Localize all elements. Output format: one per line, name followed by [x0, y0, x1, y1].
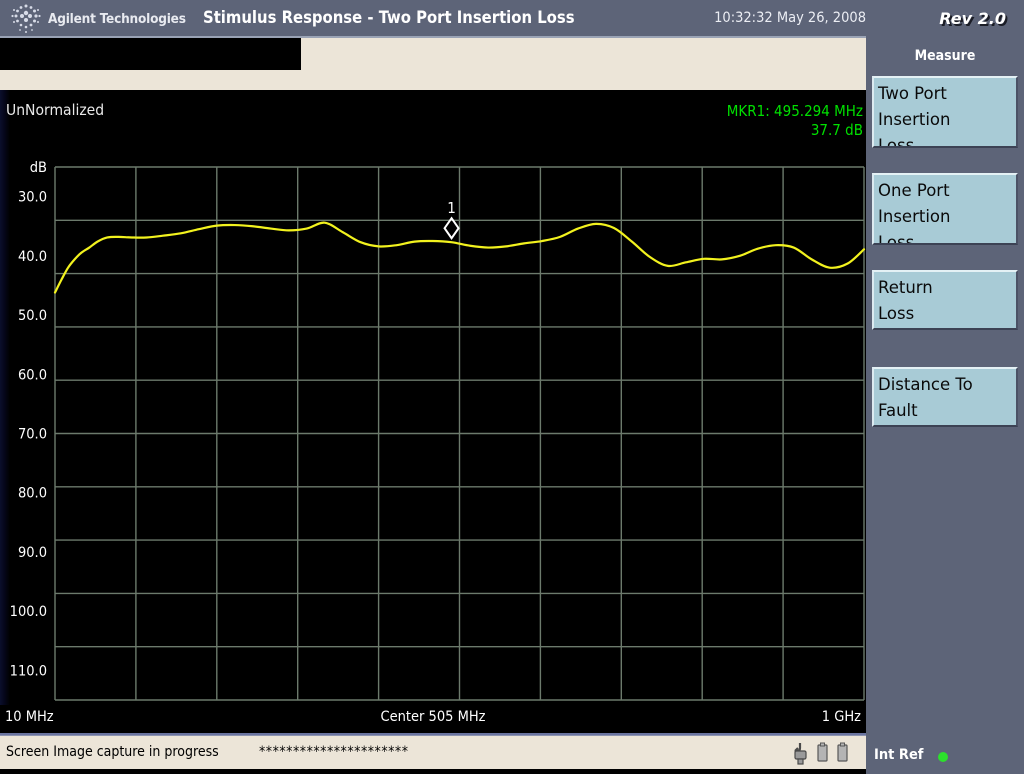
svg-text:80.0: 80.0	[18, 486, 47, 502]
svg-text:110.0: 110.0	[10, 663, 47, 679]
softkey-panel: Measure Two Port Insertion Loss One Port…	[866, 38, 1024, 774]
agilent-logo: Agilent Technologies	[6, 2, 186, 36]
svg-text:dB: dB	[30, 160, 47, 176]
svg-text:1: 1	[447, 199, 456, 217]
softkey-label-line: Loss	[878, 233, 915, 245]
battery-icon	[837, 742, 848, 762]
x-axis-stop-label: 1 GHz	[821, 709, 861, 725]
svg-text:90.0: 90.0	[18, 545, 47, 561]
softkey-label-line: Distance To	[878, 375, 973, 394]
svg-text:70.0: 70.0	[18, 427, 47, 443]
page-title: Stimulus Response - Two Port Insertion L…	[203, 8, 575, 27]
trace-plot: dB 30.0 40.0 50.0 60.0 70.0 80.0 90.0 100.0 110.0…	[10, 160, 866, 701]
x-axis-labels: 10 MHz Center 505 MHz 1 GHz	[0, 705, 866, 735]
instrument-screen: Agilent Technologies Stimulus Response -…	[0, 0, 1024, 774]
softkey-label-line: Two Port	[878, 84, 947, 103]
status-message: Screen Image capture in progress	[6, 744, 219, 760]
softkey-label-line: Return	[878, 278, 933, 297]
svg-text:50.0: 50.0	[18, 308, 47, 324]
graph-display[interactable]: UnNormalized MKR1: 495.294 MHz 37.7 dB d…	[0, 90, 866, 735]
reference-status: Int Ref	[866, 738, 1024, 774]
softkey-two-port-insertion-loss[interactable]: Two Port Insertion Loss	[872, 76, 1018, 148]
softkey-label-line: Loss	[878, 304, 915, 323]
softkey-label-line: Insertion	[878, 110, 951, 129]
x-axis-center-label: Center 505 MHz	[380, 709, 486, 725]
progress-indicator: **********************	[259, 744, 409, 760]
reference-led-icon	[938, 752, 948, 762]
battery-icon	[817, 742, 828, 762]
softkey-label-line: One Port	[878, 181, 950, 200]
power-plug-icon	[794, 743, 807, 765]
softkey-return-loss[interactable]: Return Loss	[872, 270, 1018, 330]
agilent-spiral-logo-icon	[11, 4, 41, 33]
softkey-one-port-insertion-loss[interactable]: One Port Insertion Loss	[872, 173, 1018, 245]
softkey-label-line: Insertion	[878, 207, 951, 226]
brand-label: Agilent Technologies	[48, 11, 186, 27]
reference-label: Int Ref	[874, 747, 924, 763]
title-bar: Agilent Technologies Stimulus Response -…	[0, 0, 1024, 38]
svg-text:30.0: 30.0	[18, 190, 47, 206]
svg-text:40.0: 40.0	[18, 249, 47, 265]
status-bar: Screen Image capture in progress *******…	[0, 735, 866, 769]
softkey-label-line: Loss	[878, 136, 915, 148]
annotation-blank-box	[0, 38, 301, 70]
softkey-menu-title: Measure	[914, 48, 976, 64]
status-icon-group	[786, 740, 858, 766]
svg-text:60.0: 60.0	[18, 367, 47, 383]
revision-badge: Rev 2.0	[939, 9, 1006, 28]
datetime-display: 10:32:32 May 26, 2008	[714, 10, 866, 26]
softkey-label-line: Fault	[878, 401, 918, 420]
softkey-distance-to-fault[interactable]: Distance To Fault	[872, 367, 1018, 427]
svg-text:100.0: 100.0	[10, 604, 47, 620]
